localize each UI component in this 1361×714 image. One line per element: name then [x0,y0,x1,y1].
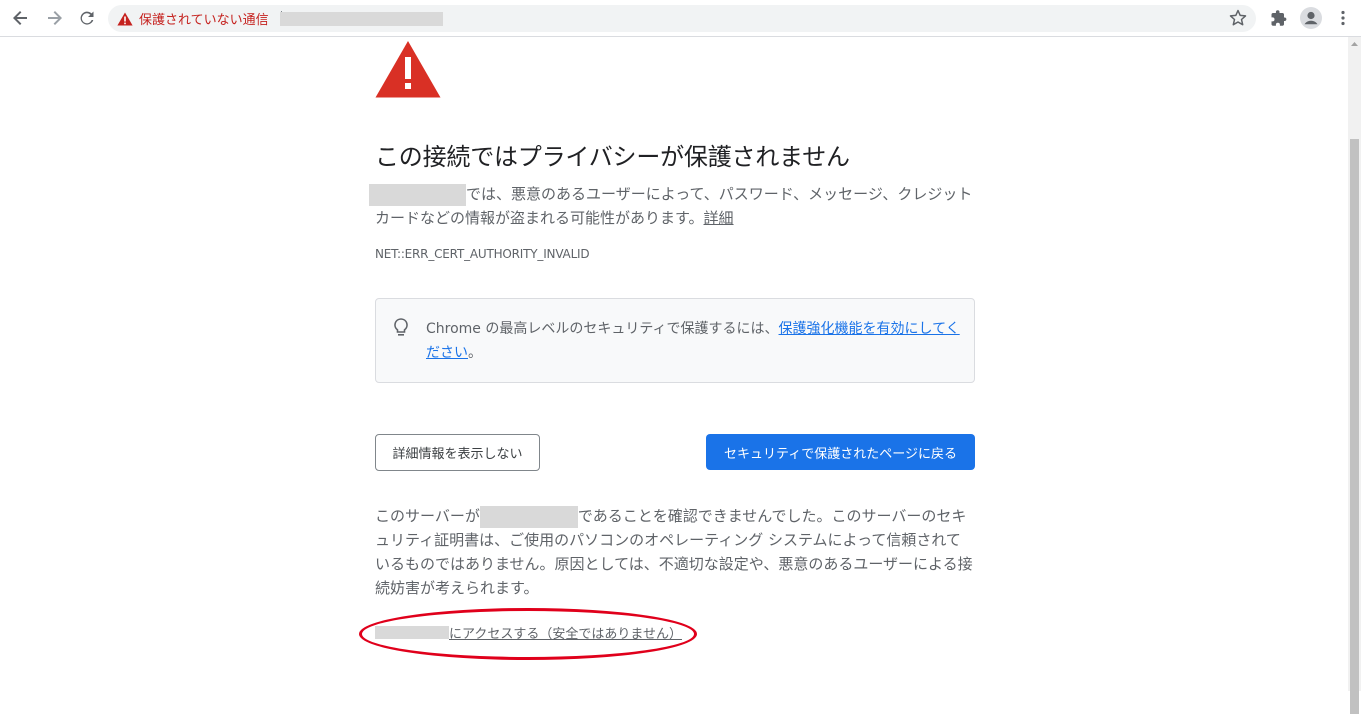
warning-icon [117,12,133,25]
back-button[interactable] [9,6,33,30]
hostname-redacted [479,505,578,528]
profile-button[interactable] [1299,6,1323,30]
security-chip[interactable]: 保護されていない通信 [117,5,282,32]
lightbulb-icon [394,318,408,336]
kebab-menu-icon [1341,10,1345,26]
arrow-right-icon [48,11,62,25]
arrow-left-icon [13,11,27,25]
reload-icon [80,11,94,25]
reload-button[interactable] [75,6,99,30]
error-code: NET::ERR_CERT_AUTHORITY_INVALID [375,247,590,261]
scroll-up-arrow-icon[interactable] [1348,37,1361,51]
star-icon[interactable] [1228,8,1248,28]
tip-text-before: Chrome の最高レベルのセキュリティで保護するには、 [426,321,779,337]
warning-triangle-icon [375,41,441,98]
tip-text-after: 。 [468,345,482,361]
page-title: この接続ではプライバシーが保護されません [375,143,850,171]
intro-paragraph: では、悪意のあるユーザーによって、パスワード、メッセージ、クレジット カードなど… [369,182,975,230]
address-bar[interactable]: 保護されていない通信 [108,5,1256,32]
learn-more-link[interactable]: 詳細 [704,209,734,227]
hostname-redacted [369,183,466,206]
page-scrollbar[interactable] [1348,37,1361,714]
tip-text: Chrome の最高レベルのセキュリティで保護するには、保護強化機能を有効にして… [426,317,961,365]
back-to-safety-button[interactable]: セキュリティで保護されたページに戻る [706,434,975,470]
hide-details-button[interactable]: 詳細情報を表示しない [375,434,540,471]
proceed-link-text: にアクセスする（安全ではありません） [449,627,682,642]
menu-button[interactable] [1331,6,1355,30]
extensions-button[interactable] [1267,6,1291,30]
avatar-icon [1300,7,1322,29]
browser-toolbar: 保護されていない通信 [0,0,1361,37]
puzzle-icon [1271,10,1287,26]
url-redacted [280,12,443,26]
security-chip-label: 保護されていない通信 [139,13,269,28]
details-prefix: このサーバーが [375,507,480,525]
details-paragraph: このサーバーが であることを確認できませんでした。このサーバーのセキュリティ証明書… [375,504,975,600]
proceed-unsafe-link[interactable]: にアクセスする（安全ではありません） [375,623,682,642]
enhanced-protection-tip: Chrome の最高レベルのセキュリティで保護するには、保護強化機能を有効にして… [375,298,975,383]
scroll-thumb[interactable] [1350,139,1359,714]
forward-button[interactable] [42,6,66,30]
hostname-redacted [375,626,449,639]
